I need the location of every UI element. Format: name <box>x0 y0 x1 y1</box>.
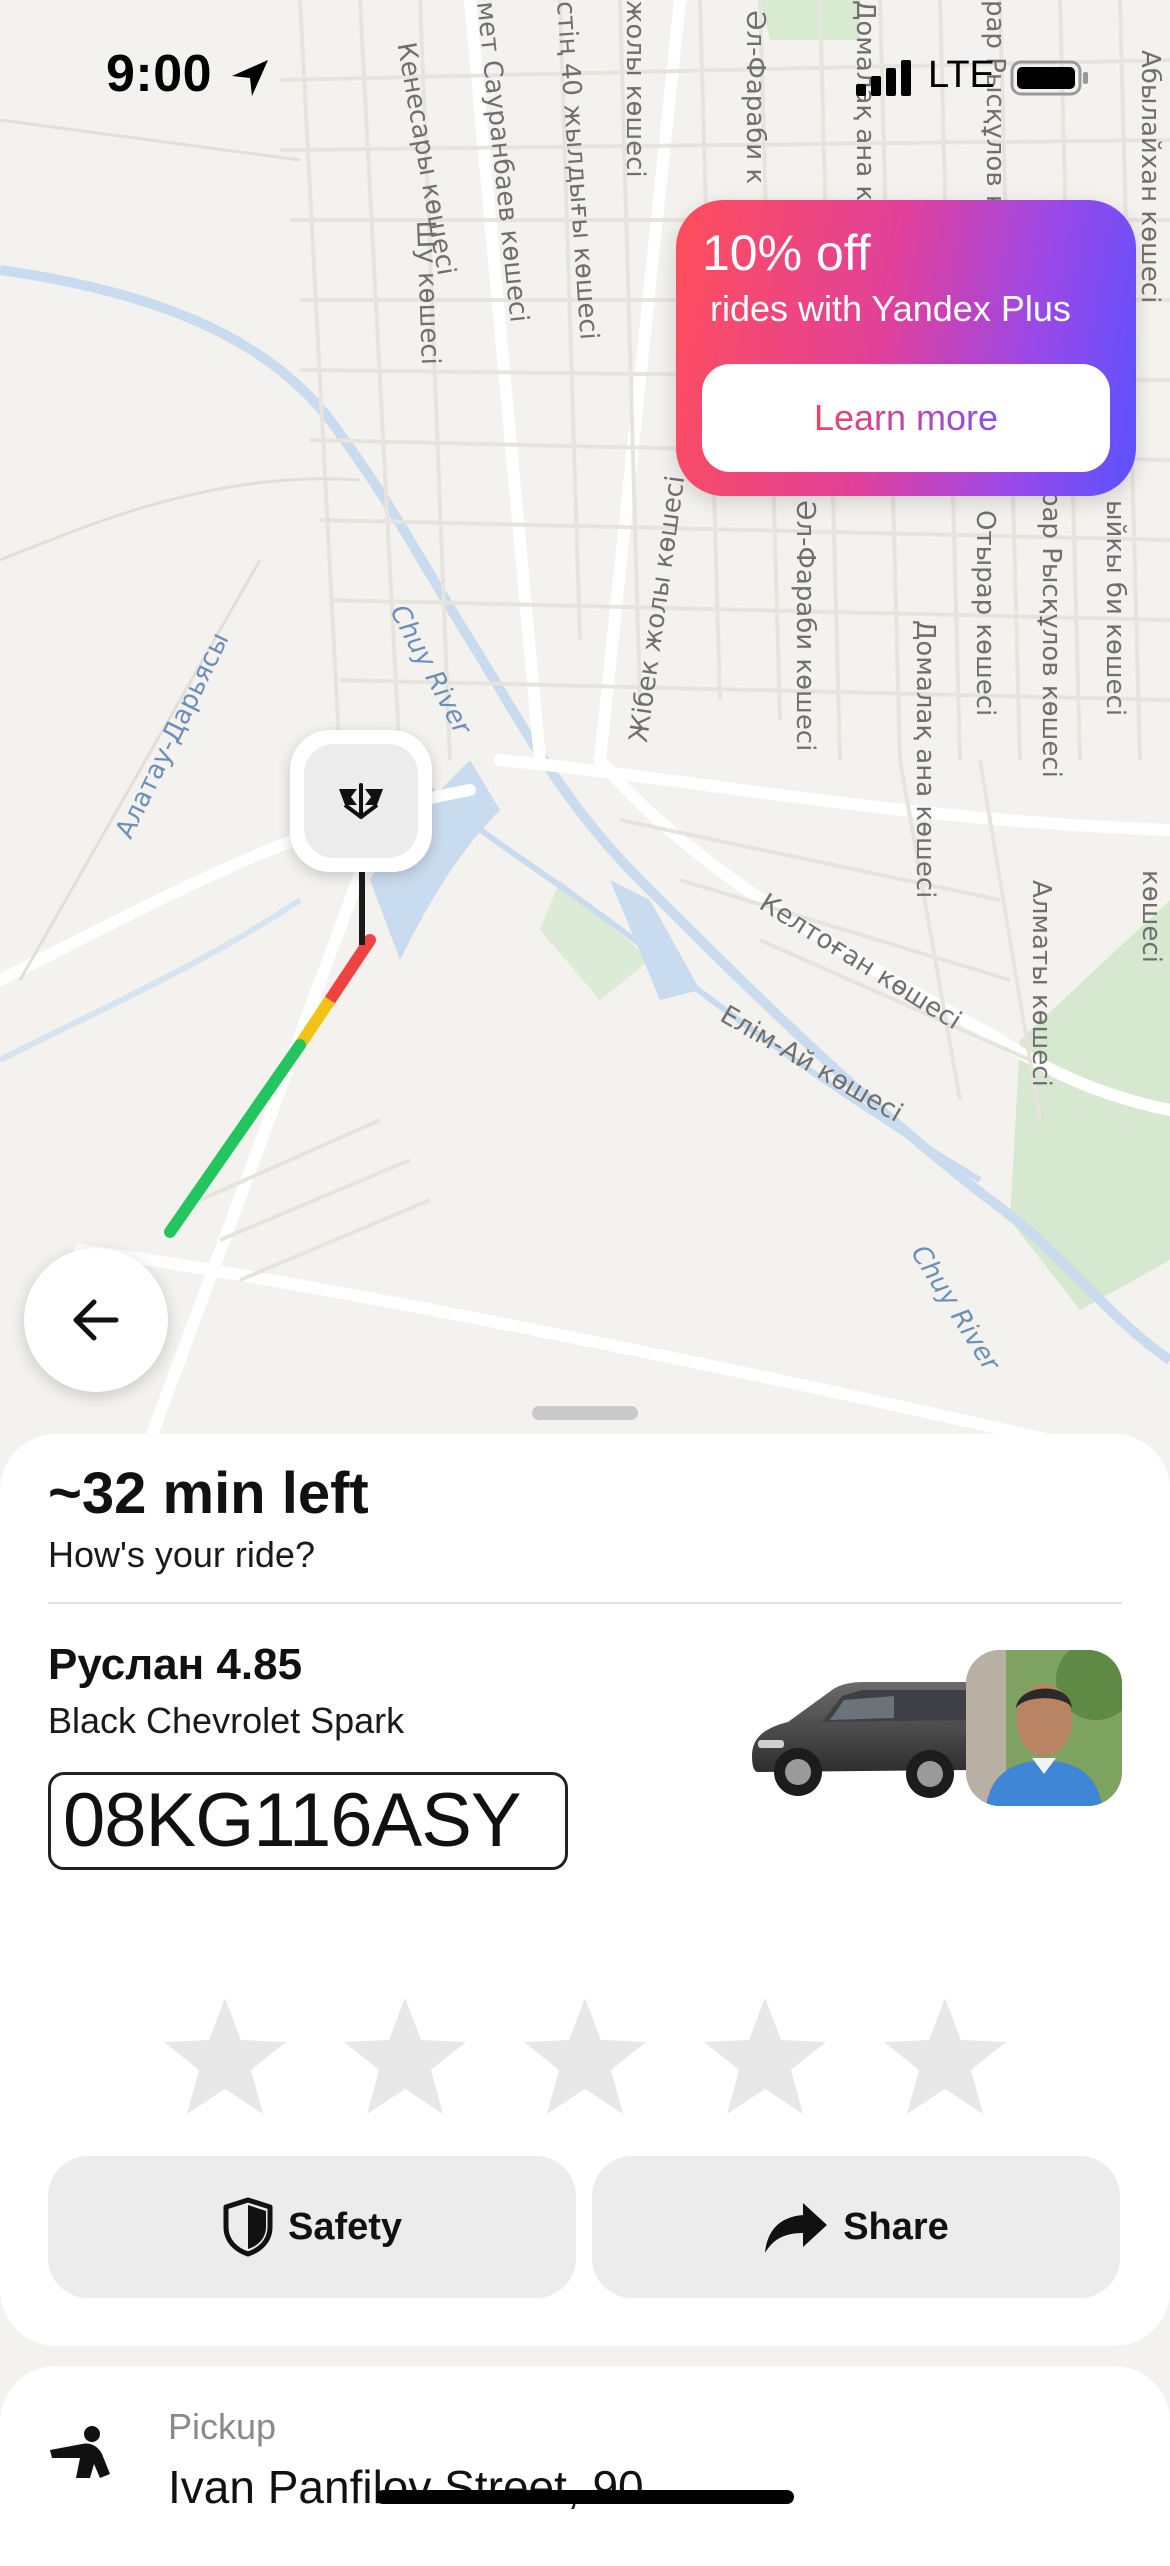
battery-icon <box>1010 60 1088 96</box>
shield-icon <box>223 2197 273 2257</box>
safety-label: Safety <box>287 2205 403 2248</box>
star-5-icon[interactable] <box>880 1994 1010 2124</box>
signal-icon <box>856 60 911 96</box>
map-street-label: көшесі <box>1136 870 1166 963</box>
license-plate: 08KG116ASY <box>48 1772 568 1870</box>
map-street-label: Әл-Фараби көшесі <box>790 500 820 752</box>
pickup-card[interactable]: Pickup Ivan Panfilov Street, 90 <box>0 2366 1170 2566</box>
share-label: Share <box>843 2205 949 2248</box>
map-street-label: рар Рысқұлов көшесі <box>1036 490 1066 778</box>
map-street-label: Домалақ ана көшесі <box>910 620 940 899</box>
safety-button[interactable]: Safety <box>48 2156 576 2298</box>
driver-avatar[interactable] <box>966 1650 1122 1806</box>
car-image <box>752 1682 972 1798</box>
learn-more-button[interactable]: Learn more <box>702 364 1110 472</box>
map-street-label: Отырар көшесі <box>970 510 1000 717</box>
map-street-label: ыйкы би көшесі <box>1100 500 1130 717</box>
driver-photo-image <box>966 1650 1122 1806</box>
share-arrow-icon <box>765 2203 828 2253</box>
map-street-label: Шу көшесі <box>410 220 446 366</box>
location-arrow-icon <box>232 60 268 96</box>
rating-stars <box>160 1994 1020 2134</box>
destination-flag-icon <box>339 783 383 819</box>
pickup-label: Pickup <box>168 2406 277 2447</box>
car-model: Black Chevrolet Spark <box>48 1700 405 1741</box>
network-type: LTE <box>928 54 995 96</box>
status-time: 9:00 <box>106 45 213 103</box>
driver-name-rating: Руслан 4.85 <box>48 1640 303 1689</box>
promo-title: 10% off <box>702 225 871 281</box>
sheet-drag-handle[interactable] <box>532 1406 638 1420</box>
promo-subtitle: rides with Yandex Plus <box>710 288 1071 329</box>
arrow-left-icon <box>73 1299 119 1341</box>
share-button[interactable]: Share <box>592 2156 1120 2298</box>
home-indicator[interactable] <box>376 2490 794 2504</box>
destination-pin-body <box>304 744 418 858</box>
star-2-icon[interactable] <box>340 1994 470 2124</box>
promo-banner[interactable]: 10% off rides with Yandex Plus Learn mor… <box>676 200 1136 496</box>
destination-pin[interactable] <box>290 730 432 872</box>
ride-question: How's your ride? <box>48 1534 315 1575</box>
map-street-label: Алматы көшесі <box>1026 880 1056 1087</box>
star-1-icon[interactable] <box>160 1994 290 2124</box>
learn-more-label: Learn more <box>813 397 999 438</box>
time-left: ~32 min left <box>48 1461 369 1526</box>
back-button[interactable] <box>24 1248 168 1392</box>
status-bar: 9:00 LTE <box>0 0 1170 150</box>
ride-info-sheet: ~32 min left How's your ride? Руслан 4.8… <box>0 1434 1170 2346</box>
star-4-icon[interactable] <box>700 1994 830 2124</box>
person-waving-icon <box>50 2426 110 2478</box>
pickup-address: Ivan Panfilov Street, 90 <box>168 2461 644 2513</box>
star-3-icon[interactable] <box>520 1994 650 2124</box>
divider <box>48 1602 1122 1604</box>
